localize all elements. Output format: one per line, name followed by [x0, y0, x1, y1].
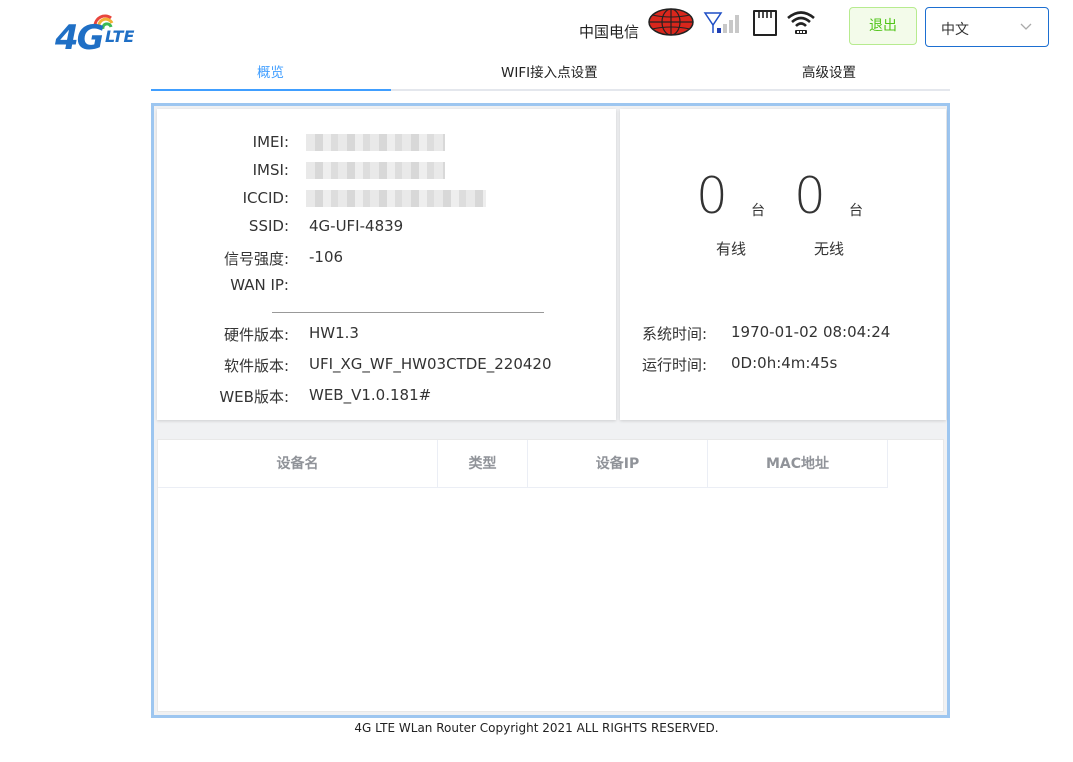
software-version-label: 软件版本: — [223, 357, 289, 375]
sd-card-icon — [753, 10, 777, 36]
web-version-value: WEB_V1.0.181# — [309, 386, 432, 404]
column-header-type: 类型 — [438, 440, 528, 488]
iccid-label: ICCID: — [242, 189, 289, 207]
status-card: 0 台 0 台 有线 无线 系统时间: 1970-01-02 08:04:24 … — [620, 109, 946, 420]
wired-count: 0 — [696, 167, 728, 225]
signal-icon — [703, 12, 739, 33]
wifi-icon — [787, 11, 815, 34]
signal-strength-label: 信号强度: — [223, 250, 289, 268]
device-table: 设备名 类型 设备IP MAC地址 — [157, 439, 944, 712]
footer-copyright: 4G LTE WLan Router Copyright 2021 ALL RI… — [354, 721, 719, 735]
logout-button[interactable]: 退出 — [849, 7, 917, 45]
logo-4g-text: 4G — [55, 18, 105, 58]
wireless-count: 0 — [794, 167, 826, 225]
software-version-value: UFI_XG_WF_HW03CTDE_220420 — [309, 355, 552, 373]
system-time-label: 系统时间: — [642, 325, 708, 343]
wan-ip-label: WAN IP: — [230, 276, 289, 294]
divider — [272, 312, 544, 313]
uptime-label: 运行时间: — [642, 356, 708, 374]
chevron-down-icon — [1020, 23, 1032, 30]
signal-strength-value: -106 — [309, 248, 344, 266]
tab-wifi-settings[interactable]: WIFI接入点设置 — [501, 61, 598, 81]
imei-label: IMEI: — [252, 133, 289, 151]
wireless-label: 无线 — [814, 240, 845, 258]
imsi-label: IMSI: — [252, 161, 289, 179]
imsi-value-redacted — [306, 162, 445, 179]
globe-icon — [648, 8, 694, 36]
logo: 4G LTE — [55, 10, 145, 58]
column-header-mac-address: MAC地址 — [708, 440, 888, 488]
column-header-device-ip: 设备IP — [528, 440, 708, 488]
device-info-card: IMEI: IMSI: ICCID: SSID: 4G-UFI-4839 信号强… — [157, 109, 616, 420]
ssid-value: 4G-UFI-4839 — [309, 217, 404, 235]
system-time-value: 1970-01-02 08:04:24 — [731, 323, 891, 341]
column-header-device-name: 设备名 — [158, 440, 438, 488]
wireless-unit: 台 — [849, 203, 863, 219]
imei-value-redacted — [306, 134, 445, 151]
iccid-value-redacted — [306, 190, 486, 207]
wired-unit: 台 — [751, 203, 765, 219]
ssid-label: SSID: — [248, 217, 289, 235]
hardware-version-value: HW1.3 — [309, 324, 359, 342]
overview-panel: IMEI: IMSI: ICCID: SSID: 4G-UFI-4839 信号强… — [151, 103, 950, 718]
logo-lte-text: LTE — [105, 27, 135, 46]
tab-advanced-settings[interactable]: 高级设置 — [802, 61, 856, 81]
web-version-label: WEB版本: — [219, 388, 289, 406]
tab-overview[interactable]: 概览 — [257, 61, 284, 81]
hardware-version-label: 硬件版本: — [223, 326, 289, 344]
active-tab-indicator — [151, 89, 391, 91]
tab-bar: 概览 WIFI接入点设置 高级设置 — [151, 58, 950, 91]
wired-label: 有线 — [716, 240, 747, 258]
language-select[interactable]: 中文 — [925, 7, 1049, 47]
uptime-value: 0D:0h:4m:45s — [731, 354, 838, 372]
language-value: 中文 — [941, 22, 969, 38]
carrier-name: 中国电信 — [579, 23, 640, 41]
